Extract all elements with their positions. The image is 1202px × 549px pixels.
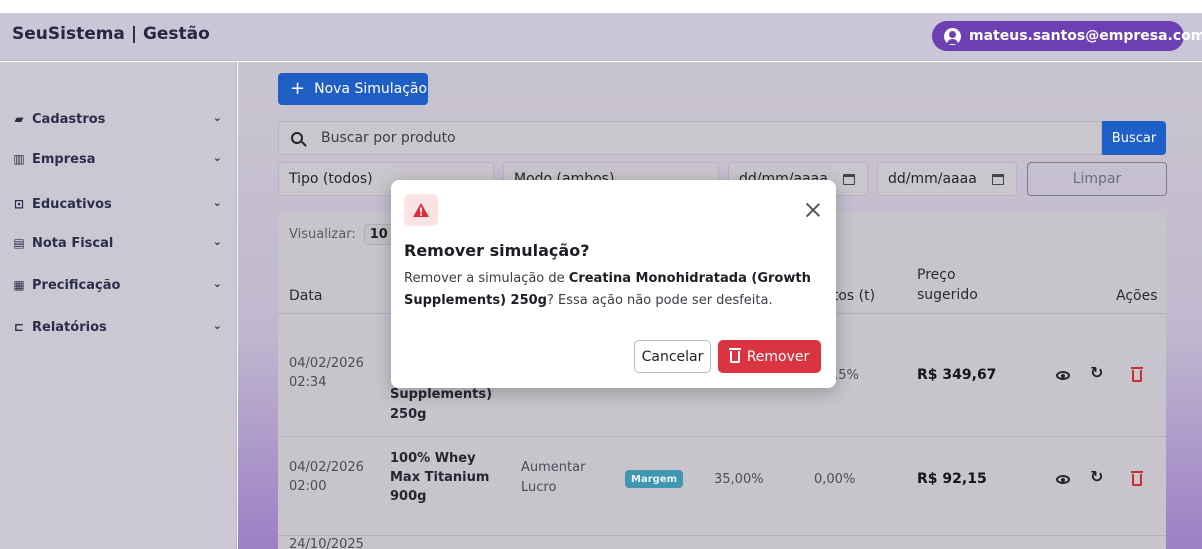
row3-date: 24/10/2025 <box>289 537 364 549</box>
dialog-body-prefix: Remover a simulação de <box>404 271 569 286</box>
row-divider <box>278 535 1166 536</box>
row2-date: 04/02/2026 <box>289 460 364 475</box>
row2-objective-line2: Lucro <box>521 480 557 495</box>
tipo-select-value: Tipo (todos) <box>289 171 373 187</box>
trash-icon <box>728 347 741 363</box>
row2-product-line1: 100% Whey <box>390 451 476 466</box>
row2-objective-line1: Aumentar <box>521 460 586 475</box>
sync-icon[interactable]: ↻ <box>1090 363 1103 382</box>
calculator-icon: ▦ <box>13 278 25 292</box>
row2-product-line3: 900g <box>390 489 427 504</box>
trash-icon[interactable] <box>1131 367 1143 382</box>
sync-icon[interactable]: ↻ <box>1090 467 1103 486</box>
new-simulation-button[interactable]: + Nova Simulação <box>278 73 428 105</box>
sidebar-item-label: Cadastros <box>32 111 106 127</box>
chevron-down-icon: ⌄ <box>212 235 222 248</box>
row2-tributos: 0,00% <box>814 472 856 487</box>
row2-margin: 35,00% <box>714 472 764 487</box>
page-size-control: Visualizar: 10 <box>289 224 394 245</box>
sidebar-item-precificacao[interactable]: ▦ Precificação ⌄ <box>12 274 222 296</box>
chart-icon: ⊏ <box>13 320 25 334</box>
user-menu-button[interactable]: mateus.santos@empresa.com ▼ <box>932 21 1202 51</box>
remove-button-label: Remover <box>746 348 810 365</box>
search-placeholder: Buscar por produto <box>321 130 456 146</box>
trash-icon[interactable] <box>1131 471 1143 486</box>
date-to-input[interactable]: dd/mm/aaaa <box>877 162 1017 196</box>
calendar-icon <box>992 173 1004 185</box>
page-size-label: Visualizar: <box>289 227 356 242</box>
receipt-icon: ▤ <box>13 236 25 250</box>
row1-date: 04/02/2026 <box>289 356 364 371</box>
chevron-down-icon: ⌄ <box>212 196 222 209</box>
chevron-down-icon: ⌄ <box>212 277 222 290</box>
row2-time: 02:00 <box>289 479 327 494</box>
row2-product-line2: Max Titanium <box>390 470 490 485</box>
row-divider <box>278 436 1166 437</box>
row1-time: 02:34 <box>289 375 327 390</box>
dialog-body: Remover a simulação de Creatina Monohidr… <box>404 268 824 312</box>
sidebar-item-nota-fiscal[interactable]: ▤ Nota Fiscal ⌄ <box>12 232 222 254</box>
cancel-button[interactable]: Cancelar <box>634 340 711 373</box>
sidebar-item-educativos[interactable]: ⊡ Educativos ⌄ <box>12 193 222 215</box>
user-circle-icon <box>944 27 961 45</box>
header-preco-line2: sugerido <box>917 287 978 303</box>
view-icon[interactable] <box>1056 475 1070 484</box>
view-icon[interactable] <box>1056 371 1070 380</box>
search-button[interactable]: Buscar <box>1102 121 1166 155</box>
mode-badge: Margem <box>625 470 683 488</box>
chalkboard-icon: ⊡ <box>13 197 25 211</box>
chevron-down-icon: ⌄ <box>212 319 222 332</box>
sidebar-item-label: Nota Fiscal <box>32 235 114 251</box>
warning-triangle-icon <box>413 203 429 217</box>
user-email: mateus.santos@empresa.com <box>969 28 1202 44</box>
dialog-title: Remover simulação? <box>404 241 590 260</box>
remove-button[interactable]: Remover <box>718 340 821 373</box>
page-size-select[interactable]: 10 <box>363 224 394 245</box>
sidebar-item-relatorios[interactable]: ⊏ Relatórios ⌄ <box>12 316 222 338</box>
calendar-icon <box>843 173 855 185</box>
date-to-placeholder: dd/mm/aaaa <box>888 171 977 187</box>
row1-product-line3: 250g <box>390 407 427 422</box>
clear-filters-button[interactable]: Limpar <box>1027 162 1167 196</box>
top-navbar: SeuSistema | Gestão mateus.santos@empres… <box>0 13 1202 61</box>
brand-title[interactable]: SeuSistema | Gestão <box>12 24 210 44</box>
sidebar <box>0 62 237 549</box>
sidebar-item-empresa[interactable]: ▥ Empresa ⌄ <box>12 148 222 170</box>
dialog-body-suffix: ? Essa ação não pode ser desfeita. <box>546 293 773 308</box>
sidebar-item-label: Precificação <box>32 277 121 293</box>
warning-icon-box <box>404 194 438 226</box>
row1-price: R$ 349,67 <box>917 367 997 383</box>
header-preco-line1[interactable]: Preço <box>917 265 956 285</box>
row2-price: R$ 92,15 <box>917 471 987 487</box>
sidebar-item-cadastros[interactable]: ▰ Cadastros ⌄ <box>12 108 222 130</box>
remove-confirm-dialog: Remover simulação? Remover a simulação d… <box>391 180 836 388</box>
building-icon: ▥ <box>13 152 25 166</box>
sidebar-item-label: Empresa <box>32 151 96 167</box>
new-simulation-label: Nova Simulação <box>314 81 428 97</box>
chevron-down-icon: ⌄ <box>212 151 222 164</box>
sidebar-item-label: Educativos <box>32 196 112 212</box>
header-data[interactable]: Data <box>289 286 322 306</box>
plus-icon: + <box>290 78 306 99</box>
folder-open-icon: ▰ <box>14 112 24 126</box>
search-icon <box>291 132 303 144</box>
header-acoes: Ações <box>1116 288 1158 304</box>
sidebar-item-label: Relatórios <box>32 319 107 335</box>
close-icon[interactable] <box>806 203 820 217</box>
chevron-down-icon: ⌄ <box>212 111 222 124</box>
search-input[interactable]: Buscar por produto <box>278 121 1102 155</box>
